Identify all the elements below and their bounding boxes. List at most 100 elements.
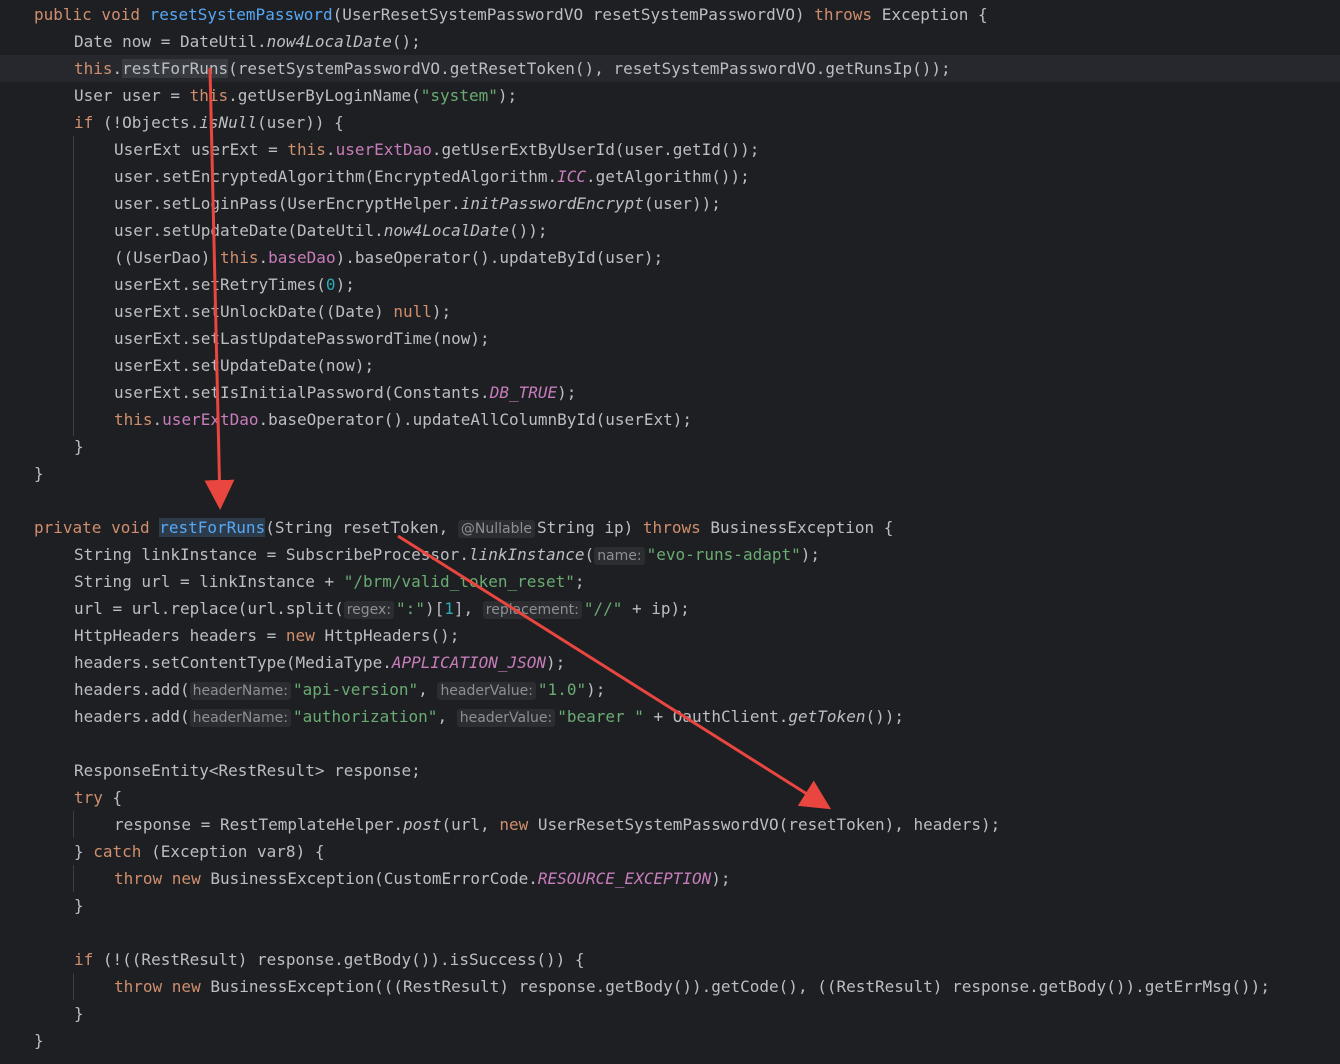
code-text: ).baseOperator().updateById(user); [335, 248, 664, 267]
code-text: response = RestTemplateHelper. [114, 815, 403, 834]
code-text: .getAlgorithm()); [586, 167, 750, 186]
code-line[interactable]: ((UserDao) this.baseDao).baseOperator().… [0, 244, 1340, 271]
code-line[interactable]: headers.add(headerName: "authorization", … [0, 703, 1340, 730]
code-line[interactable]: headers.add(headerName: "api-version", he… [0, 676, 1340, 703]
string-literal: "bearer " [557, 707, 644, 726]
string-literal: "evo-runs-adapt" [646, 545, 801, 564]
code-line[interactable]: private void restForRuns(String resetTok… [0, 514, 1340, 541]
code-text: + ip); [622, 599, 690, 618]
code-line[interactable]: User user = this.getUserByLoginName("sys… [0, 82, 1340, 109]
code-line[interactable]: ResponseEntity<RestResult> response; [0, 757, 1340, 784]
code-line-current[interactable]: this.restForRuns(resetSystemPasswordVO.g… [0, 55, 1340, 82]
code-text: (String resetToken, [265, 518, 458, 537]
code-text: Exception { [872, 5, 988, 24]
method-name[interactable]: resetSystemPassword [150, 5, 333, 24]
code-editor[interactable]: public void resetSystemPassword(UserRese… [0, 0, 1340, 1064]
keyword: throw new [114, 869, 201, 888]
code-text: . [112, 59, 123, 78]
code-text: (UserResetSystemPasswordVO resetSystemPa… [332, 5, 815, 24]
code-text: (user)); [643, 194, 721, 213]
parameter-hint: headerName: [189, 709, 291, 727]
method-call-highlighted[interactable]: restForRuns [122, 59, 229, 78]
code-text: HttpHeaders headers = [74, 626, 286, 645]
string-literal: "authorization" [292, 707, 438, 726]
code-line[interactable]: this.userExtDao.baseOperator().updateAll… [0, 406, 1340, 433]
code-text: UserExt userExt = [114, 140, 288, 159]
static-field: RESOURCE_EXCEPTION [537, 869, 712, 888]
code-text: (user)) { [257, 113, 344, 132]
code-line[interactable]: userExt.setRetryTimes(0); [0, 271, 1340, 298]
code-text: headers.add( [74, 707, 190, 726]
static-field: APPLICATION_JSON [391, 653, 547, 672]
code-line[interactable]: } [0, 892, 1340, 919]
code-line[interactable]: userExt.setLastUpdatePasswordTime(now); [0, 325, 1340, 352]
number-literal: 1 [444, 599, 454, 618]
keyword: this [74, 59, 113, 78]
parameter-hint: headerValue: [437, 682, 536, 700]
field-reference: userExtDao [162, 410, 259, 429]
code-line[interactable]: UserExt userExt = this.userExtDao.getUse… [0, 136, 1340, 163]
code-line[interactable]: String linkInstance = SubscribeProcessor… [0, 541, 1340, 568]
keyword: if [74, 113, 94, 132]
string-literal: "1.0" [537, 680, 587, 699]
string-literal: "/brm/valid_token_reset" [343, 572, 575, 591]
code-text: HttpHeaders(); [314, 626, 460, 645]
code-text: ()); [508, 221, 548, 240]
code-line[interactable]: userExt.setUnlockDate((Date) null); [0, 298, 1340, 325]
code-line[interactable]: user.setEncryptedAlgorithm(EncryptedAlgo… [0, 163, 1340, 190]
code-line[interactable]: } catch (Exception var8) { [0, 838, 1340, 865]
code-line[interactable]: String url = linkInstance + "/brm/valid_… [0, 568, 1340, 595]
code-text: userExt.setUnlockDate((Date) [114, 302, 394, 321]
code-text: ); [557, 383, 577, 402]
code-line[interactable]: } [0, 460, 1340, 487]
code-line[interactable]: if (!Objects.isNull(user)) { [0, 109, 1340, 136]
code-text: String linkInstance = SubscribeProcessor… [74, 545, 469, 564]
code-text: . [152, 410, 163, 429]
code-line[interactable]: user.setUpdateDate(DateUtil.now4LocalDat… [0, 217, 1340, 244]
code-line[interactable]: HttpHeaders headers = new HttpHeaders(); [0, 622, 1340, 649]
code-text: BusinessException(CustomErrorCode. [200, 869, 538, 888]
code-line[interactable]: userExt.setIsInitialPassword(Constants.D… [0, 379, 1340, 406]
code-text: ( [584, 545, 595, 564]
code-text: userExt.setLastUpdatePasswordTime(now); [114, 329, 490, 348]
code-text: , [437, 707, 457, 726]
code-text: (!((RestResult) response.getBody()).isSu… [93, 950, 585, 969]
code-line[interactable]: } [0, 433, 1340, 460]
code-line[interactable]: headers.setContentType(MediaType.APPLICA… [0, 649, 1340, 676]
static-method: linkInstance [468, 545, 585, 564]
code-text: (resetSystemPasswordVO.getResetToken(), … [228, 59, 951, 78]
code-line[interactable]: } [0, 1027, 1340, 1054]
static-method: isNull [199, 113, 258, 132]
code-line[interactable]: user.setLoginPass(UserEncryptHelper.init… [0, 190, 1340, 217]
keyword: new [285, 626, 315, 645]
code-text: } [34, 1031, 44, 1050]
code-text: user.setEncryptedAlgorithm(EncryptedAlgo… [114, 167, 558, 186]
code-text: )[ [424, 599, 445, 618]
code-text: (); [391, 32, 421, 51]
code-line[interactable]: Date now = DateUtil.now4LocalDate(); [0, 28, 1340, 55]
keyword: public void [34, 5, 150, 24]
code-text: BusinessException(((RestResult) response… [200, 977, 1270, 996]
code-line[interactable]: userExt.setUpdateDate(now); [0, 352, 1340, 379]
code-line[interactable]: throw new BusinessException(((RestResult… [0, 973, 1340, 1000]
code-line[interactable]: if (!((RestResult) response.getBody()).i… [0, 946, 1340, 973]
code-text: + OauthClient. [643, 707, 789, 726]
code-line[interactable]: throw new BusinessException(CustomErrorC… [0, 865, 1340, 892]
code-text: user.setUpdateDate(DateUtil. [114, 221, 384, 240]
code-line[interactable]: try { [0, 784, 1340, 811]
code-line[interactable]: } [0, 1000, 1340, 1027]
code-line[interactable]: url = url.replace(url.split(regex: ":")[1… [0, 595, 1340, 622]
parameter-hint: name: [594, 547, 645, 565]
code-text: UserResetSystemPasswordVO(resetToken), h… [528, 815, 1001, 834]
code-line[interactable]: public void resetSystemPassword(UserRese… [0, 1, 1340, 28]
method-name[interactable]: restForRuns [159, 518, 266, 537]
keyword: catch [93, 842, 142, 861]
code-text: . [258, 248, 269, 267]
code-text: headers.add( [74, 680, 190, 699]
static-method: initPasswordEncrypt [460, 194, 644, 213]
code-text: ); [711, 869, 731, 888]
string-literal: ":" [396, 599, 425, 618]
code-line[interactable]: response = RestTemplateHelper.post(url, … [0, 811, 1340, 838]
code-text: { [102, 788, 123, 807]
code-text: ], [453, 599, 483, 618]
